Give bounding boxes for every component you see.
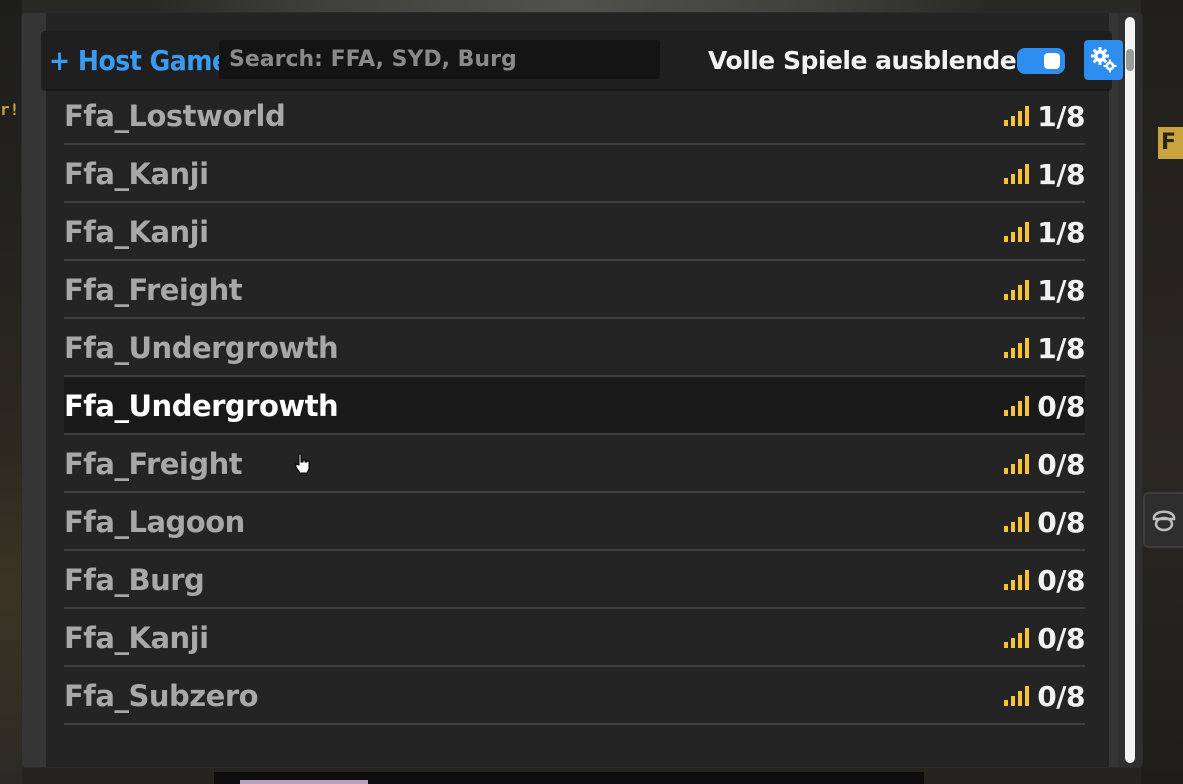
server-status: 0/8 xyxy=(1003,435,1085,493)
server-rows: Ffa_Lostworld 1/8 Ffa_Kanji 1/8 Ffa_Kanji 1/8… xyxy=(64,43,1085,725)
server-status: 1/8 xyxy=(1003,319,1085,377)
server-list: Ffa_Lostworld 1/8 Ffa_Kanji 1/8 Ffa_Kanji 1/8… xyxy=(46,13,1109,767)
hat-icon xyxy=(1152,510,1176,532)
server-row[interactable]: Ffa_Undergrowth 1/8 xyxy=(64,319,1085,377)
server-row[interactable]: Ffa_Freight 0/8 xyxy=(64,435,1085,493)
server-name: Ffa_Lagoon xyxy=(64,505,245,539)
toggle-knob xyxy=(1044,53,1060,69)
server-row[interactable]: Ffa_Lostworld 1/8 xyxy=(64,87,1085,145)
server-status: 0/8 xyxy=(1003,377,1085,435)
signal-icon xyxy=(1004,222,1030,242)
server-status: 1/8 xyxy=(1003,87,1085,145)
scroll-thumb[interactable] xyxy=(1126,49,1134,71)
server-status: 1/8 xyxy=(1003,203,1085,261)
browser-header: + Host Game Volle Spiele ausblenden xyxy=(41,31,1123,89)
host-game-button[interactable]: + Host Game xyxy=(49,41,229,81)
scroll-track[interactable] xyxy=(1125,17,1135,763)
signal-icon xyxy=(1004,280,1030,300)
server-row[interactable]: Ffa_Kanji 0/8 xyxy=(64,609,1085,667)
player-count: 0/8 xyxy=(1037,679,1085,713)
server-name: Ffa_Undergrowth xyxy=(64,389,339,423)
gears-icon xyxy=(1090,47,1116,73)
signal-icon xyxy=(1004,396,1030,416)
player-count: 0/8 xyxy=(1037,447,1085,481)
signal-icon xyxy=(1004,570,1030,590)
signal-icon xyxy=(1004,164,1030,184)
hide-full-label: Volle Spiele ausblenden xyxy=(708,46,1034,75)
player-count: 0/8 xyxy=(1037,621,1085,655)
server-name: Ffa_Kanji xyxy=(64,215,209,249)
server-row[interactable]: Ffa_Undergrowth 0/8 xyxy=(64,377,1085,435)
player-count: 1/8 xyxy=(1037,215,1085,249)
server-name: Ffa_Lostworld xyxy=(64,99,286,133)
server-name: Ffa_Freight xyxy=(64,447,243,481)
background-bottom-bar xyxy=(214,772,924,784)
server-status: 0/8 xyxy=(1003,551,1085,609)
server-row[interactable]: Ffa_Subzero 0/8 xyxy=(64,667,1085,725)
player-count: 0/8 xyxy=(1037,505,1085,539)
hand-cursor-icon xyxy=(295,453,310,474)
hide-full-toggle[interactable] xyxy=(1017,48,1065,74)
server-status: 0/8 xyxy=(1003,609,1085,667)
server-row[interactable]: Ffa_Freight 1/8 xyxy=(64,261,1085,319)
server-status: 1/8 xyxy=(1003,145,1085,203)
scrollbar[interactable] xyxy=(1118,13,1142,767)
signal-icon xyxy=(1004,338,1030,358)
server-name: Ffa_Kanji xyxy=(64,621,209,655)
server-name: Ffa_Burg xyxy=(64,563,205,597)
player-count: 1/8 xyxy=(1037,157,1085,191)
game-scene: r! F Ffa_Lostworld 1/8 Ffa_Kanji 1/8 Ffa_Kan… xyxy=(0,0,1183,784)
server-row[interactable]: Ffa_Kanji 1/8 xyxy=(64,145,1085,203)
player-count: 0/8 xyxy=(1037,563,1085,597)
server-status: 0/8 xyxy=(1003,667,1085,725)
server-status: 0/8 xyxy=(1003,493,1085,551)
settings-button[interactable] xyxy=(1084,40,1123,80)
player-count: 1/8 xyxy=(1037,273,1085,307)
server-status: 1/8 xyxy=(1003,261,1085,319)
server-name: Ffa_Undergrowth xyxy=(64,331,339,365)
signal-icon xyxy=(1004,686,1030,706)
server-name: Ffa_Freight xyxy=(64,273,243,307)
signal-icon xyxy=(1004,106,1030,126)
server-row[interactable]: Ffa_Kanji 1/8 xyxy=(64,203,1085,261)
server-name: Ffa_Subzero xyxy=(64,679,259,713)
background-right xyxy=(1141,0,1183,784)
signal-icon xyxy=(1004,512,1030,532)
side-badge-icon[interactable] xyxy=(1143,492,1183,548)
background-left-text: r! xyxy=(0,100,20,119)
server-row[interactable]: Ffa_Lagoon 0/8 xyxy=(64,493,1085,551)
player-count: 0/8 xyxy=(1037,389,1085,423)
player-count: 1/8 xyxy=(1037,99,1085,133)
search-input[interactable] xyxy=(219,40,660,79)
signal-icon xyxy=(1004,454,1030,474)
signal-icon xyxy=(1004,628,1030,648)
background-top xyxy=(150,0,990,14)
server-row[interactable]: Ffa_Burg 0/8 xyxy=(64,551,1085,609)
background-sign: F xyxy=(1158,127,1183,159)
server-name: Ffa_Kanji xyxy=(64,157,209,191)
player-count: 1/8 xyxy=(1037,331,1085,365)
server-browser-modal: Ffa_Lostworld 1/8 Ffa_Kanji 1/8 Ffa_Kanji 1/8… xyxy=(22,13,1142,767)
